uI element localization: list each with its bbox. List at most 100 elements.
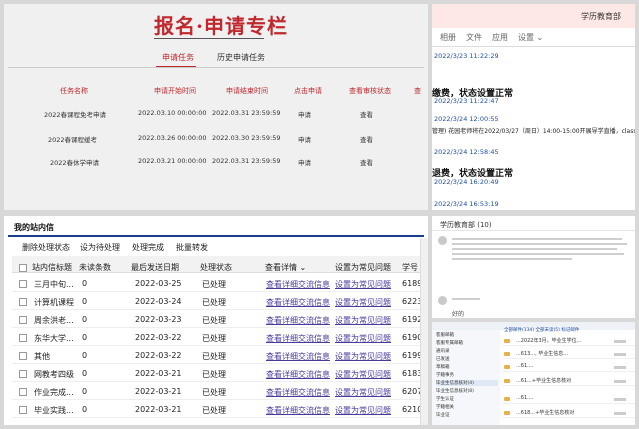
task-name: 2022春课程缓考 xyxy=(48,136,98,144)
sidebar-item[interactable]: 学籍相关 xyxy=(436,404,454,410)
message-title: 三月中旬... xyxy=(34,280,74,289)
log-timestamp: 2022/3/23 11:22:29 xyxy=(434,52,499,60)
row-checkbox[interactable] xyxy=(19,388,27,396)
column-header-date: 最后发送日期 xyxy=(131,263,179,272)
envelope-icon xyxy=(504,379,510,383)
vertical-scrollbar[interactable] xyxy=(420,238,428,425)
view-detail-link[interactable]: 查看详细交流信息 xyxy=(266,351,330,362)
mail-filter-tabs[interactable]: 全部邮件(134) 全部未读(5) 标记邮件 xyxy=(504,327,579,333)
set-faq-link[interactable]: 设置为常见问题 xyxy=(335,369,391,380)
unread-count: 0 xyxy=(82,369,88,378)
sidebar-item[interactable]: 草稿箱 xyxy=(436,364,450,370)
sidebar-item[interactable]: 毕业证 xyxy=(436,412,450,418)
sidebar-item[interactable]: 通讯录 xyxy=(436,348,450,354)
set-faq-link[interactable]: 设置为常见问题 xyxy=(335,297,391,308)
sidebar-item[interactable]: 已发送 xyxy=(436,356,450,362)
view-detail-link[interactable]: 查看详细交流信息 xyxy=(266,333,330,344)
task-name: 2022春课程免考申请 xyxy=(44,111,107,119)
sidebar-item[interactable]: 客服邮箱 xyxy=(436,332,454,338)
column-header-detail[interactable]: 查看详情 ⌄ xyxy=(265,262,306,273)
select-all-checkbox[interactable] xyxy=(19,264,27,272)
apply-link[interactable]: 申请 xyxy=(298,134,311,144)
message-title: 毕业实践... xyxy=(34,406,74,415)
sidebar-item[interactable]: 学生认证 xyxy=(436,396,454,402)
application-panel: 报名·申请专栏 申请任务 历史申请任务 任务名称 申请开始时间 申请结束时间 点… xyxy=(4,4,428,210)
view-detail-link[interactable]: 查看详细交流信息 xyxy=(266,369,330,380)
row-checkbox[interactable] xyxy=(19,280,27,288)
title-bar xyxy=(8,235,424,237)
apply-link[interactable]: 申请 xyxy=(298,109,311,119)
row-checkbox[interactable] xyxy=(19,352,27,360)
unread-count: 0 xyxy=(82,405,88,414)
panel-title: 我的站内信 xyxy=(14,223,54,232)
row-checkbox[interactable] xyxy=(19,370,27,378)
mail-date xyxy=(614,340,626,343)
status: 已处理 xyxy=(202,406,226,415)
last-date: 2022-03-21 xyxy=(135,369,182,378)
mail-date xyxy=(614,380,626,383)
envelope-icon xyxy=(504,365,510,369)
view-detail-link[interactable]: 查看详细交流信息 xyxy=(266,315,330,326)
column-header-end: 申请结束时间 xyxy=(226,87,268,95)
apply-link[interactable]: 申请 xyxy=(298,157,311,167)
station-messages-panel: 我的站内信 删除处理状态 设为待处理 处理完成 批量转发 站内信标题 未读条数 … xyxy=(4,216,428,425)
menu-settings[interactable]: 设置 ⌄ xyxy=(518,32,543,43)
message-title: 东华大学... xyxy=(34,334,74,343)
page-title: 报名·申请专栏 xyxy=(154,14,288,38)
sidebar-item-selected[interactable]: 毕业生信息核对(4) xyxy=(436,380,498,386)
view-link[interactable]: 查看 xyxy=(360,109,373,119)
view-detail-link[interactable]: 查看详细交流信息 xyxy=(266,279,330,290)
message-title: 周余洪老... xyxy=(34,316,74,325)
set-faq-link[interactable]: 设置为常见问题 xyxy=(335,333,391,344)
view-link[interactable]: 查看 xyxy=(360,157,373,167)
log-timestamp: 2022/3/24 12:00:55 xyxy=(434,115,499,123)
set-faq-link[interactable]: 设置为常见问题 xyxy=(335,405,391,416)
last-date: 2022-03-21 xyxy=(135,387,182,396)
row-checkbox[interactable] xyxy=(19,316,27,324)
column-header-title: 站内信标题 xyxy=(32,263,72,272)
tab-divider xyxy=(8,67,424,68)
delete-status-button[interactable]: 删除处理状态 xyxy=(22,242,70,253)
view-detail-link[interactable]: 查看详细交流信息 xyxy=(266,297,330,308)
log-message: 管理) 花园老师将在2022/03/27（周日）14:00-15:00开展导学直… xyxy=(432,128,635,135)
screenshot-collage: 报名·申请专栏 申请任务 历史申请任务 任务名称 申请开始时间 申请结束时间 点… xyxy=(0,0,639,429)
sidebar-item[interactable]: 客服专属邮箱 xyxy=(436,340,463,346)
envelope-icon xyxy=(504,352,510,356)
row-checkbox[interactable] xyxy=(19,406,27,414)
mark-done-button[interactable]: 处理完成 xyxy=(132,242,164,253)
task-name: 2022春休学申请 xyxy=(50,159,100,167)
unread-count: 0 xyxy=(82,297,88,306)
task-start: 2022.03.26 00:00:00 xyxy=(138,134,207,142)
menu-files[interactable]: 文件 xyxy=(466,32,482,43)
column-header-faq: 设置为常见问题 xyxy=(335,263,391,272)
chat-panel: 学历教育部 (10) 好的 xyxy=(432,216,635,318)
last-date: 2022-03-21 xyxy=(135,405,182,414)
view-detail-link[interactable]: 查看详细交流信息 xyxy=(266,405,330,416)
row-checkbox[interactable] xyxy=(19,334,27,342)
set-faq-link[interactable]: 设置为常见问题 xyxy=(335,279,391,290)
view-detail-link[interactable]: 查看详细交流信息 xyxy=(266,387,330,398)
row-checkbox[interactable] xyxy=(19,298,27,306)
avatar xyxy=(438,236,447,245)
message-title: 其他 xyxy=(34,352,50,361)
task-end: 2022.03.31 23:59:59 xyxy=(212,109,281,117)
set-faq-link[interactable]: 设置为常见问题 xyxy=(335,387,391,398)
menu-album[interactable]: 相册 xyxy=(440,32,456,43)
unread-count: 0 xyxy=(82,333,88,342)
tab-apply-tasks[interactable]: 申请任务 xyxy=(162,52,194,63)
set-faq-link[interactable]: 设置为常见问题 xyxy=(335,315,391,326)
tab-history-tasks[interactable]: 历史申请任务 xyxy=(217,52,265,63)
menu-apps[interactable]: 应用 xyxy=(492,32,508,43)
mail-subject: ...61.... xyxy=(516,395,534,401)
status: 已处理 xyxy=(202,388,226,397)
status: 已处理 xyxy=(202,370,226,379)
set-faq-link[interactable]: 设置为常见问题 xyxy=(335,351,391,362)
unread-count: 0 xyxy=(82,279,88,288)
batch-forward-button[interactable]: 批量转发 xyxy=(176,242,208,253)
log-header-title: 学历教育部 xyxy=(581,12,621,21)
set-pending-button[interactable]: 设为待处理 xyxy=(80,242,120,253)
view-link[interactable]: 查看 xyxy=(360,134,373,144)
mail-subject: ...2022年3月，毕业生学位... xyxy=(516,338,582,344)
sidebar-item[interactable]: 毕业生信息核对(8) xyxy=(436,388,474,394)
sidebar-item[interactable]: 学籍事务 xyxy=(436,372,454,378)
